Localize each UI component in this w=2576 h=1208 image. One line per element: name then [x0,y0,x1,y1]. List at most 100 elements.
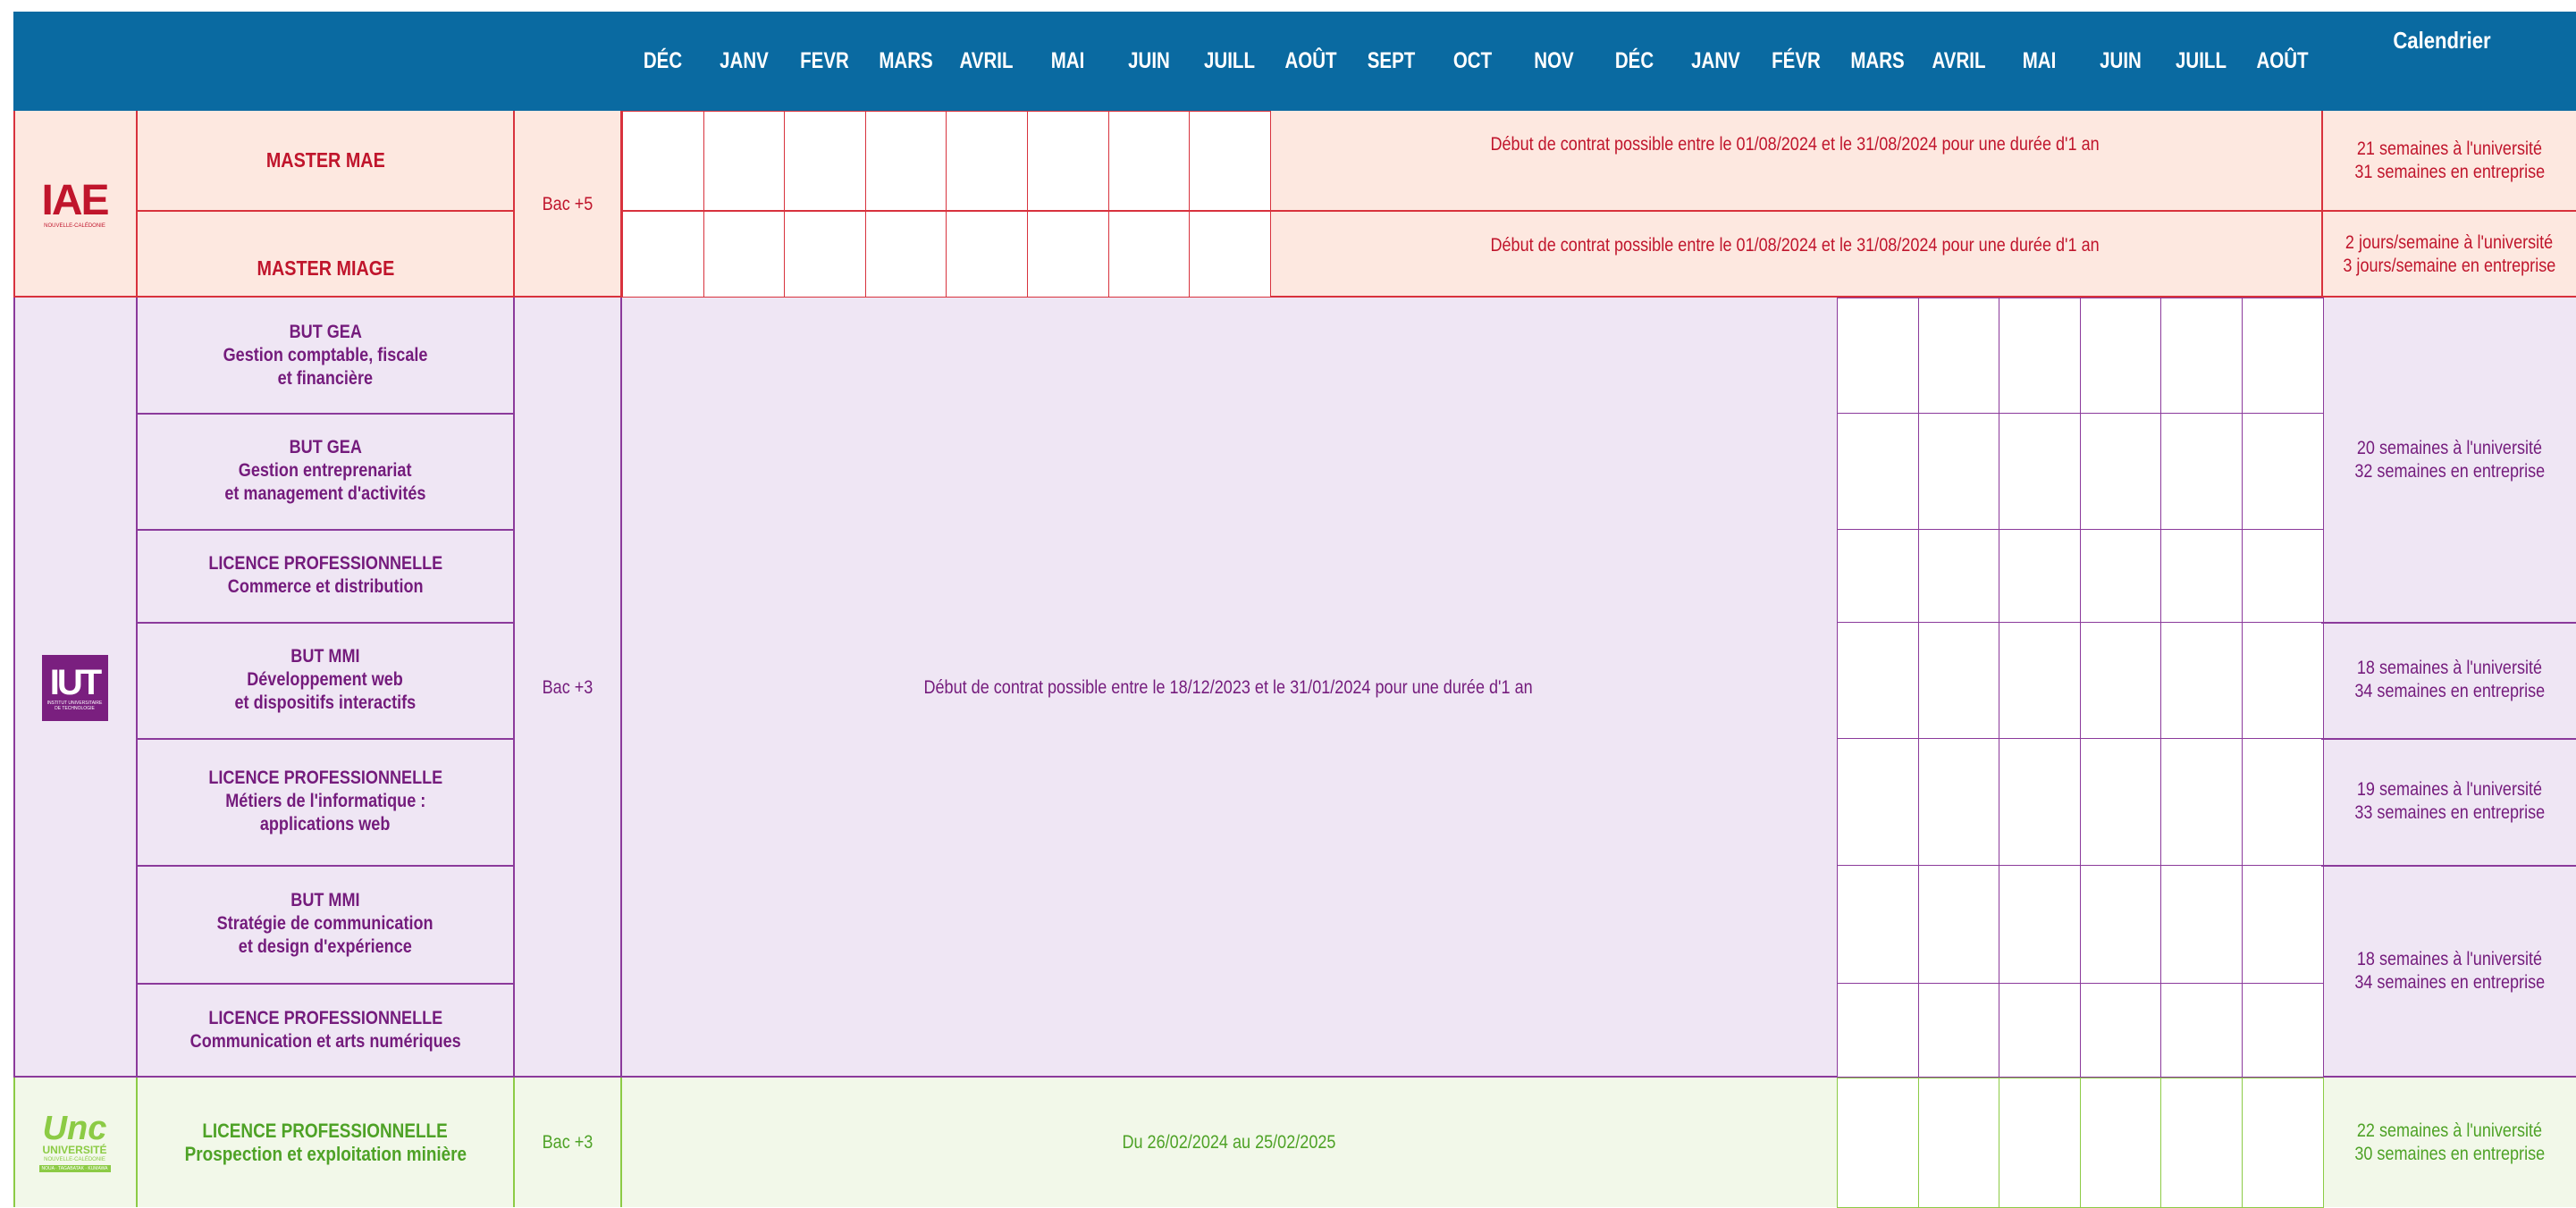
empty-month-cell [1837,529,1919,623]
month-label: AOÛT [1284,48,1337,73]
month-label: AOÛT [2256,48,2309,73]
iut-calendar: 18 semaines à l'université 34 semaines en… [2323,622,2576,738]
empty-month-cell [1999,622,2081,739]
month-label: JUIN [2100,48,2142,73]
program-name: MASTER MAE [265,148,385,172]
empty-month-cell [2080,298,2161,414]
level-label: Bac +3 [542,1131,593,1153]
empty-month-cell [1918,529,1999,623]
empty-month-cell [1027,211,1109,298]
month-label: OCT [1452,48,1493,73]
program-subtitle: et dispositifs interactifs [234,692,417,713]
calendar-line: 19 semaines à l'université [2356,779,2543,800]
empty-month-cell [1189,211,1271,298]
empty-month-cell [1999,529,2081,623]
iae-logo-subtext: NOUVELLE-CALÉDONIE [44,222,105,229]
empty-month-cell [2160,622,2243,739]
program-subtitle: Métiers de l'informatique : [224,791,426,811]
month-label: DÉC [643,48,683,73]
empty-month-cell [2160,865,2243,984]
empty-month-cell [1189,111,1271,211]
unc-logo-subtext2: NOUVELLE-CALÉDONIE [44,1157,105,1162]
empty-month-cell [1837,413,1919,530]
month-label: FEVR [800,48,849,73]
iae-logo-mark: IAE [41,176,109,224]
program-name: MASTER MIAGE [257,256,394,280]
month-label: JUIN [1128,48,1170,73]
empty-month-cell [946,111,1028,211]
empty-month-cell [784,211,866,298]
iut-program: BUT MMI Développement web et dispositifs i… [138,622,513,738]
contract-text: Début de contrat possible entre le 01/08… [1490,134,2100,155]
calendar-line: 30 semaines en entreprise [2354,1143,2545,1164]
calendar-line: 32 semaines en entreprise [2354,460,2545,482]
month-label: NOV [1534,48,1574,73]
program-subtitle: et financière [277,367,374,389]
iut-logo-mark: IUT INSTITUT UNIVERSITAIRE DE TECHNOLOGI… [41,654,108,721]
iut-program: LICENCE PROFESSIONNELLE Métiers de l'info… [138,738,513,865]
empty-month-cell [1999,738,2081,866]
unc-contract: Du 26/02/2024 au 25/02/2025 [622,1078,1835,1207]
calendar-line: 33 semaines en entreprise [2354,802,2545,823]
program-subtitle: Gestion entreprenariat [239,460,412,481]
empty-month-cell [1918,865,1999,984]
month-label: SEPT [1367,48,1416,73]
month-label: AVRIL [959,48,1014,73]
empty-month-cell [2242,738,2324,866]
month-label: FÉVR [1772,48,1821,73]
empty-month-cell [1918,298,1999,414]
program-title: LICENCE PROFESSIONNELLE [202,1119,449,1142]
month-label: MARS [879,48,933,73]
program-title: BUT MMI [290,646,360,667]
empty-month-cell [1837,983,1919,1078]
calendar-line: 20 semaines à l'université [2356,437,2543,458]
empty-month-cell [2242,413,2324,530]
program-subtitle: Développement web [247,669,404,690]
iut-calendar: 19 semaines à l'université 33 semaines en… [2323,738,2576,865]
empty-month-cell [1918,622,1999,739]
program-title: LICENCE PROFESSIONNELLE [208,553,442,574]
empty-month-cell [2242,983,2324,1078]
unc-logo-tag: NOUA · TAGABATAK · KUMAWA [38,1165,111,1172]
program-title: BUT GEA [289,321,362,342]
iut-logo: IUT INSTITUT UNIVERSITAIRE DE TECHNOLOGI… [13,298,136,1078]
unc-logo: Unc UNIVERSITÉ NOUVELLE-CALÉDONIE NOUA ·… [13,1078,136,1207]
iut-logo-subtext: INSTITUT UNIVERSITAIRE DE TECHNOLOGIE [46,700,103,711]
empty-month-cell [2160,529,2243,623]
program-subtitle: Stratégie de communication [217,913,434,934]
month-label: DÉC [1614,48,1654,73]
empty-month-cell [2080,622,2161,739]
calendar-line: 21 semaines à l'université [2356,138,2543,159]
unc-program: LICENCE PROFESSIONNELLE Prospection et e… [138,1078,513,1207]
iae-calendar-miage: 2 jours/semaine à l'université 3 jours/s… [2323,212,2576,298]
empty-month-cell [1027,111,1109,211]
empty-month-cell [1837,1078,1919,1208]
empty-month-cell [622,111,704,211]
iae-contract-miage: Début de contrat possible entre le 01/08… [1269,212,2321,280]
iut-program: LICENCE PROFESSIONNELLE Commerce et distr… [138,529,513,622]
calendar-line: 18 semaines à l'université [2356,658,2543,678]
empty-month-cell [1999,1078,2081,1208]
empty-month-cell [1837,298,1919,414]
empty-month-cell [1837,738,1919,866]
empty-month-cell [1999,413,2081,530]
contract-text: Début de contrat possible entre le 18/12… [923,676,1534,698]
calendar-line: 3 jours/semaine en entreprise [2343,256,2556,276]
month-label: MARS [1850,48,1905,73]
iae-level: Bac +5 [515,111,620,298]
empty-month-cell [1918,983,1999,1078]
iut-calendar: 18 semaines à l'université 34 semaines en… [2323,865,2576,1078]
iut-calendar: 20 semaines à l'université 32 semaines en… [2323,298,2576,622]
empty-month-cell [2242,1078,2324,1208]
program-subtitle: Communication et arts numériques [189,1031,461,1052]
empty-month-cell [2242,298,2324,414]
empty-month-cell [1837,622,1919,739]
empty-month-cell [2080,865,2161,984]
iut-program: BUT GEA Gestion comptable, fiscale et fina… [138,298,513,413]
program-subtitle: applications web [260,814,391,835]
empty-month-cell [622,211,704,298]
empty-month-cell [2242,865,2324,984]
empty-month-cell [1999,983,2081,1078]
unc-calendar: 22 semaines à l'université 30 semaines e… [2323,1078,2576,1207]
month-label: JANV [720,48,769,73]
